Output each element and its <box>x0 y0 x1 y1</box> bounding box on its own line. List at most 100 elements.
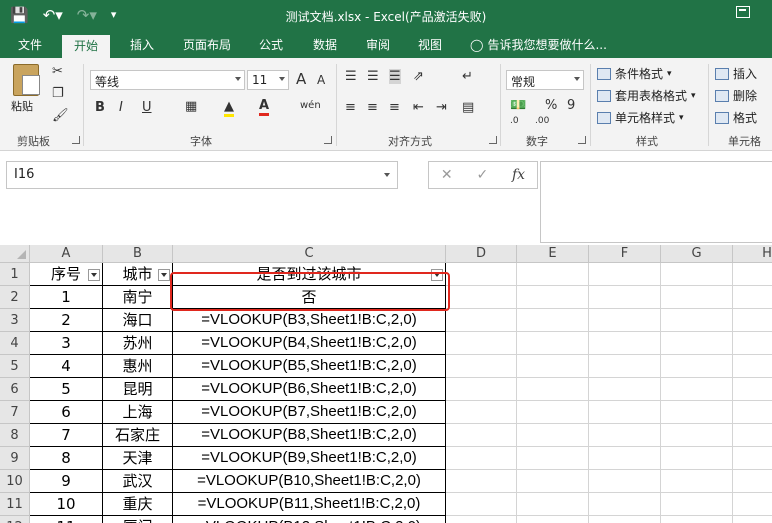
font-name-select[interactable]: 等线 <box>90 70 245 90</box>
cell-empty[interactable] <box>733 355 772 378</box>
cell-empty[interactable] <box>446 401 517 424</box>
cell-c4[interactable]: =VLOOKUP(B4,Sheet1!B:C,2,0) <box>173 332 446 355</box>
cell-empty[interactable] <box>446 470 517 493</box>
tab-review[interactable]: 审阅 <box>366 36 390 58</box>
font-size-select[interactable]: 11 <box>247 70 289 90</box>
bold-button[interactable]: B <box>95 100 105 115</box>
cell-empty[interactable] <box>733 424 772 447</box>
increase-decimal-icon[interactable]: .0 <box>510 116 519 126</box>
cell-c6[interactable]: =VLOOKUP(B6,Sheet1!B:C,2,0) <box>173 378 446 401</box>
cell-empty[interactable] <box>733 401 772 424</box>
worksheet-grid[interactable]: A B C D E F G H 1 序号 城市 是否到过该城市 2 1 南宁否 3 2 海口 =VLOOKUP(B3… <box>0 245 772 523</box>
number-launcher-icon[interactable] <box>578 136 586 144</box>
cell-b8[interactable]: 石家庄 <box>103 424 173 447</box>
tab-page-layout[interactable]: 页面布局 <box>183 36 231 58</box>
cell-c11[interactable]: =VLOOKUP(B11,Sheet1!B:C,2,0) <box>173 493 446 516</box>
cell-c7[interactable]: =VLOOKUP(B7,Sheet1!B:C,2,0) <box>173 401 446 424</box>
column-header-c[interactable]: C <box>173 245 446 263</box>
borders-icon[interactable]: ▦ <box>185 99 197 114</box>
cell-empty[interactable] <box>661 355 733 378</box>
cell-c8[interactable]: =VLOOKUP(B8,Sheet1!B:C,2,0) <box>173 424 446 447</box>
cell-b10[interactable]: 武汉 <box>103 470 173 493</box>
column-header-g[interactable]: G <box>661 245 733 263</box>
cell-b3[interactable]: 海口 <box>103 309 173 332</box>
tab-formulas[interactable]: 公式 <box>259 36 283 58</box>
cell-empty[interactable] <box>589 309 661 332</box>
cell-empty[interactable] <box>517 493 589 516</box>
cell-empty[interactable] <box>517 447 589 470</box>
row-header-2[interactable]: 2 <box>0 286 30 309</box>
cell-empty[interactable] <box>446 309 517 332</box>
format-as-table-button[interactable]: 套用表格格式 ▾ <box>597 87 696 104</box>
percent-button[interactable]: % <box>545 98 557 113</box>
cell-empty[interactable] <box>661 332 733 355</box>
cell-a9[interactable]: 8 <box>30 447 103 470</box>
cell-a2[interactable]: 1 <box>30 286 103 309</box>
cell-a10[interactable]: 9 <box>30 470 103 493</box>
number-format-select[interactable]: 常规 <box>506 70 584 90</box>
align-center-icon[interactable]: ≡ <box>367 100 378 115</box>
fill-color-icon[interactable]: ▲ <box>224 99 234 117</box>
cell-empty[interactable] <box>446 447 517 470</box>
cell-empty[interactable] <box>517 309 589 332</box>
cell-empty[interactable] <box>661 470 733 493</box>
align-left-icon[interactable]: ≡ <box>345 100 356 115</box>
cell-empty[interactable] <box>446 263 517 286</box>
cell-c12[interactable]: =VLOOKUP(B12,Sheet1!B:C,2,0) <box>173 516 446 523</box>
cell-empty[interactable] <box>661 447 733 470</box>
align-bottom-icon[interactable]: ☰ <box>389 69 401 84</box>
row-header-1[interactable]: 1 <box>0 263 30 286</box>
row-header-12[interactable]: 12 <box>0 516 30 523</box>
tab-view[interactable]: 视图 <box>418 36 442 58</box>
row-header-3[interactable]: 3 <box>0 309 30 332</box>
filter-dropdown-icon[interactable] <box>431 269 443 281</box>
cell-a4[interactable]: 3 <box>30 332 103 355</box>
cell-empty[interactable] <box>661 309 733 332</box>
cell-empty[interactable] <box>733 378 772 401</box>
cut-icon[interactable]: ✂ <box>52 64 63 79</box>
conditional-format-button[interactable]: 条件格式 ▾ <box>597 65 672 82</box>
cell-empty[interactable] <box>661 263 733 286</box>
paste-button-label[interactable]: 粘贴 <box>11 98 33 114</box>
cell-empty[interactable] <box>589 470 661 493</box>
cell-empty[interactable] <box>733 516 772 523</box>
cell-empty[interactable] <box>446 378 517 401</box>
format-cells-button[interactable]: 格式 <box>715 109 757 126</box>
increase-indent-icon[interactable]: ⇥ <box>436 100 447 115</box>
underline-button[interactable]: U <box>142 100 152 115</box>
cell-empty[interactable] <box>589 263 661 286</box>
cell-empty[interactable] <box>733 332 772 355</box>
cell-empty[interactable] <box>661 286 733 309</box>
formula-input[interactable] <box>540 161 772 243</box>
cell-empty[interactable] <box>517 378 589 401</box>
delete-cells-button[interactable]: 删除 <box>715 87 757 104</box>
cell-empty[interactable] <box>446 332 517 355</box>
tab-home[interactable]: 开始 <box>62 35 111 58</box>
cell-a5[interactable]: 4 <box>30 355 103 378</box>
column-header-b[interactable]: B <box>103 245 173 263</box>
cell-a8[interactable]: 7 <box>30 424 103 447</box>
cell-b2[interactable]: 南宁 <box>103 286 173 309</box>
column-header-a[interactable]: A <box>30 245 103 263</box>
insert-cells-button[interactable]: 插入 <box>715 65 757 82</box>
wrap-text-icon[interactable]: ↵ <box>462 69 473 84</box>
cell-empty[interactable] <box>446 286 517 309</box>
column-header-d[interactable]: D <box>446 245 517 263</box>
cell-a7[interactable]: 6 <box>30 401 103 424</box>
cell-empty[interactable] <box>589 355 661 378</box>
cell-a6[interactable]: 5 <box>30 378 103 401</box>
cell-a3[interactable]: 2 <box>30 309 103 332</box>
row-header-7[interactable]: 7 <box>0 401 30 424</box>
cell-empty[interactable] <box>733 286 772 309</box>
phonetic-button[interactable]: wén <box>300 100 321 111</box>
clipboard-launcher-icon[interactable] <box>72 136 80 144</box>
cell-empty[interactable] <box>517 516 589 523</box>
cell-empty[interactable] <box>661 424 733 447</box>
cell-empty[interactable] <box>589 401 661 424</box>
format-painter-icon[interactable]: 🖌 <box>52 108 69 123</box>
cell-empty[interactable] <box>733 493 772 516</box>
enter-icon[interactable]: ✓ <box>476 167 488 183</box>
cell-empty[interactable] <box>517 332 589 355</box>
comma-button[interactable]: 9 <box>567 98 575 113</box>
cell-c10[interactable]: =VLOOKUP(B10,Sheet1!B:C,2,0) <box>173 470 446 493</box>
